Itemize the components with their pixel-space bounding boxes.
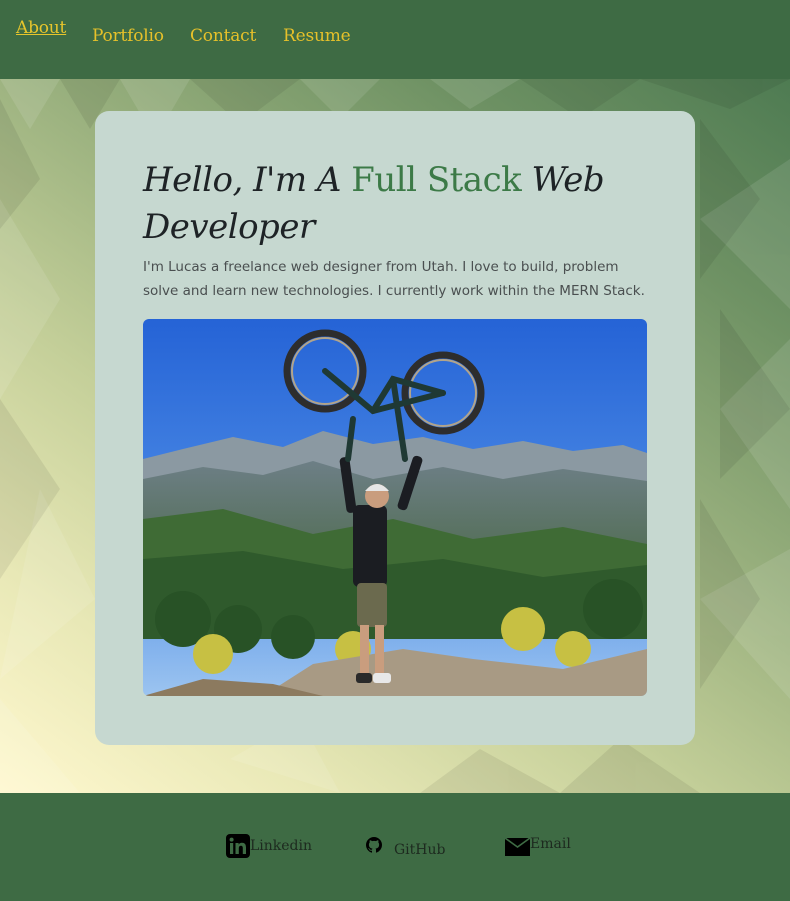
- github-icon: [366, 837, 382, 853]
- linkedin-link[interactable]: Linkedin: [226, 834, 312, 858]
- linkedin-icon: [226, 834, 250, 858]
- nav-link-about[interactable]: About: [16, 18, 66, 38]
- intro-text: I'm Lucas a freelance web designer from …: [143, 259, 645, 299]
- nav-link-contact[interactable]: Contact: [190, 26, 256, 46]
- headline-accent: Full Stack: [351, 160, 522, 200]
- intro-card: Hello, I'm A Full Stack Web Developer I'…: [95, 111, 695, 745]
- hero-section: Hello, I'm A Full Stack Web Developer I'…: [0, 79, 790, 793]
- nav-link-resume[interactable]: Resume: [283, 26, 351, 46]
- email-link[interactable]: Email: [505, 836, 571, 856]
- profile-photo: [143, 319, 647, 696]
- email-label: Email: [530, 836, 571, 852]
- envelope-icon: [505, 836, 530, 856]
- linkedin-label: Linkedin: [250, 838, 313, 854]
- headline-prefix: Hello, I'm A: [143, 160, 341, 200]
- top-nav: About Portfolio Contact Resume: [0, 0, 790, 79]
- github-link[interactable]: GitHub: [366, 832, 445, 858]
- mountain-bike-photo: [143, 319, 647, 696]
- page-title: Hello, I'm A Full Stack Web Developer: [143, 157, 643, 251]
- github-label: GitHub: [394, 842, 446, 858]
- footer: Linkedin GitHub Email: [0, 793, 790, 901]
- nav-link-portfolio[interactable]: Portfolio: [92, 26, 164, 46]
